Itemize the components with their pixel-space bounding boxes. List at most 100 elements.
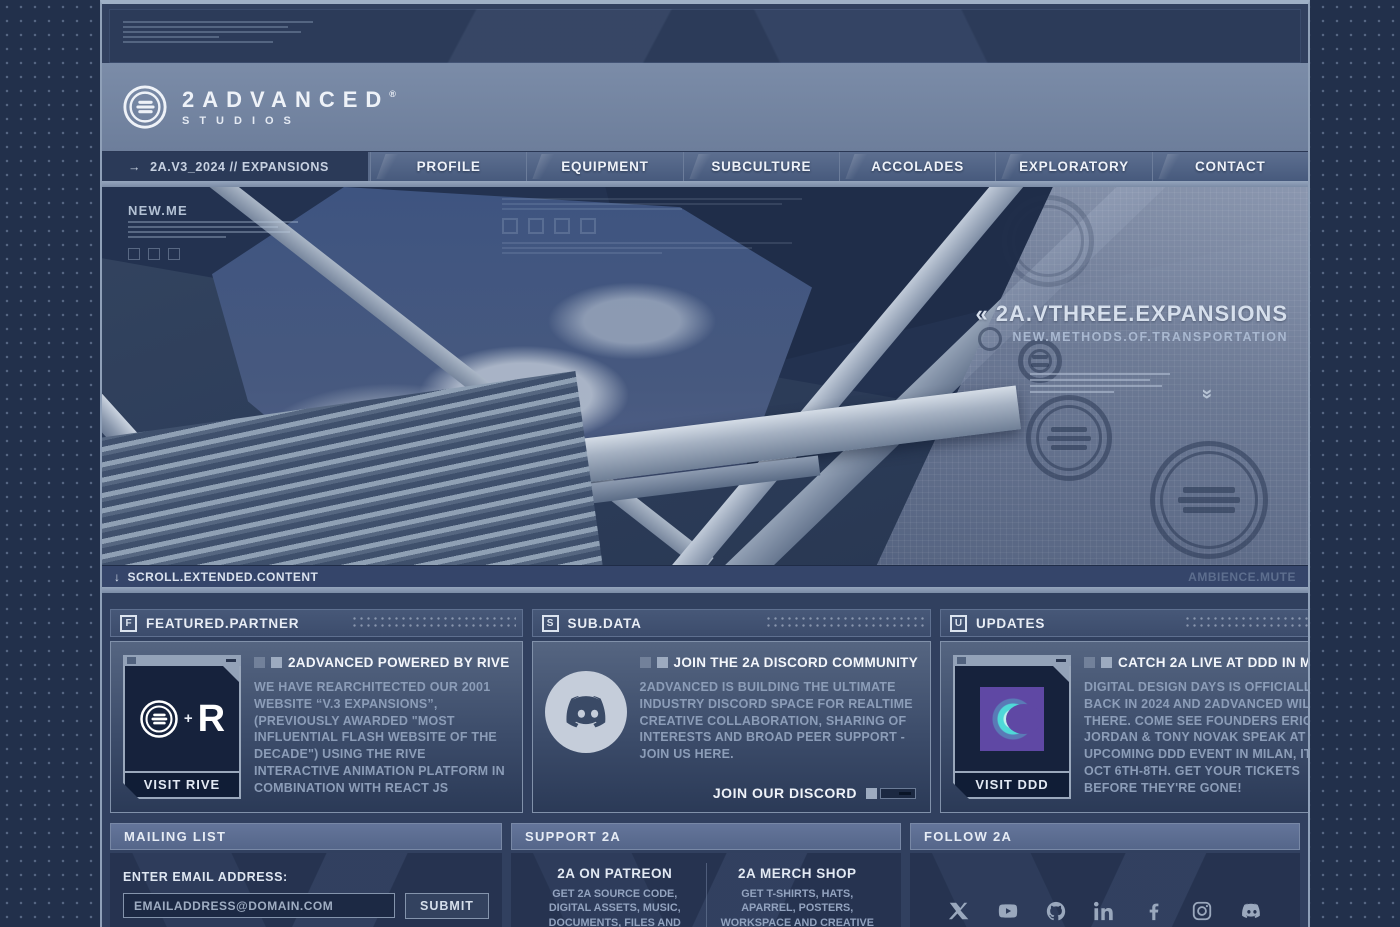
rive-logo: R: [198, 700, 225, 738]
banner-ticker-lines: [123, 18, 313, 46]
scroll-extended-content-button[interactable]: ↓ SCROLL.EXTENDED.CONTENT: [114, 570, 318, 584]
merch-description: GET T-SHIRTS, HATS, APARREL, POSTERS, WO…: [715, 887, 881, 927]
nav-item-equipment[interactable]: EQUIPMENT: [526, 152, 682, 181]
scroll-band: ↓ SCROLL.EXTENDED.CONTENT AMBIENCE.MUTE: [102, 565, 1308, 587]
subdata-text-column: JOIN THE 2A DISCORD COMMUNITY 2ADVANCED …: [640, 655, 918, 799]
panel-subdata-body: JOIN THE 2A DISCORD COMMUNITY 2ADVANCED …: [532, 641, 931, 813]
panel-subdata: S SUB.DATA JOIN THE 2A DISCORD COMMUNITY: [532, 609, 931, 813]
panel-subdata-header: S SUB.DATA: [532, 609, 931, 637]
nav-item-subculture[interactable]: SUBCULTURE: [683, 152, 839, 181]
patreon-title: 2A ON PATREON: [532, 866, 698, 881]
nav-item-label: PROFILE: [417, 159, 481, 174]
follow-body: [910, 853, 1300, 927]
nav-current-section[interactable]: → 2A.V3_2024 // EXPANSIONS: [102, 152, 370, 181]
main-site-frame: 2ADVANCED® STUDIOS → 2A.V3_2024 // EXPAN…: [100, 0, 1310, 927]
nav-item-exploratory[interactable]: EXPLORATORY: [995, 152, 1151, 181]
panel-header-title: FEATURED.PARTNER: [146, 616, 299, 631]
discord-icon[interactable]: [1239, 899, 1263, 923]
header-dot-pattern: [765, 615, 924, 631]
merch-title: 2A MERCH SHOP: [715, 866, 881, 881]
top-banner: [109, 9, 1301, 63]
updates-text-column: CATCH 2A LIVE AT DDD IN MILAN DIGITAL DE…: [1084, 655, 1310, 799]
rive-card-stage: + R: [123, 666, 241, 773]
divider-strip: [102, 587, 1308, 593]
content-panels: F FEATURED.PARTNER: [102, 609, 1308, 813]
email-field[interactable]: [123, 893, 395, 918]
ddd-artwork: [980, 687, 1044, 751]
hero-headline: « 2A.VTHREE.EXPANSIONS: [975, 301, 1288, 327]
hud-label: NEW.ME: [128, 203, 298, 218]
discord-meter: [866, 788, 916, 799]
discord-icon[interactable]: [545, 671, 627, 753]
2a-emblem-ghost: [1002, 195, 1094, 287]
support-section: SUPPORT 2A 2A ON PATREON GET 2A SOURCE C…: [511, 823, 901, 927]
wordmark[interactable]: 2ADVANCED® STUDIOS: [182, 87, 396, 127]
panel-featured-body: + R VISIT RIVE 2ADVANCED POWERED BY RIVE…: [110, 641, 523, 813]
nav-item-label: SUBCULTURE: [711, 159, 811, 174]
chevron-down-icon: »: [1196, 389, 1218, 400]
scroll-label: SCROLL.EXTENDED.CONTENT: [128, 570, 319, 584]
card-corner-notch: [1053, 666, 1069, 682]
ambience-mute-button[interactable]: AMBIENCE.MUTE: [1188, 570, 1296, 584]
x-icon[interactable]: [947, 899, 971, 923]
youtube-icon[interactable]: [996, 899, 1020, 923]
visit-ddd-button[interactable]: VISIT DDD: [953, 773, 1071, 799]
hud-lines: [128, 221, 298, 238]
card-corner-notch: [223, 666, 239, 682]
hero-headline-block: « 2A.VTHREE.EXPANSIONS NEW.METHODS.OF.TR…: [975, 301, 1288, 344]
nav-item-profile[interactable]: PROFILE: [370, 152, 526, 181]
mailing-list-section: MAILING LIST ENTER EMAIL ADDRESS: SUBMIT: [110, 823, 502, 927]
github-icon[interactable]: [1044, 899, 1068, 923]
join-discord-cta[interactable]: JOIN OUR DISCORD: [713, 785, 916, 801]
header-dot-pattern: [351, 615, 515, 631]
hero-image: NEW.ME « 2A.VTHREE.EXPANSIONS NEW.METHOD…: [102, 187, 1308, 565]
panel-featured-header: F FEATURED.PARTNER: [110, 609, 523, 637]
panel-featured-partner: F FEATURED.PARTNER: [110, 609, 523, 813]
hero-subheadline: NEW.METHODS.OF.TRANSPORTATION: [975, 330, 1288, 344]
nav-item-label: CONTACT: [1195, 159, 1266, 174]
arrow-right-icon: →: [128, 160, 141, 174]
plus-sign: +: [184, 710, 193, 727]
instagram-icon[interactable]: [1190, 899, 1214, 923]
patreon-description: GET 2A SOURCE CODE, DIGITAL ASSETS, MUSI…: [532, 887, 698, 927]
panel-header-title: UPDATES: [976, 616, 1045, 631]
2advanced-logo-icon: [139, 699, 179, 739]
panel-tag-icon: U: [950, 615, 967, 632]
visit-ddd-card[interactable]: VISIT DDD: [953, 655, 1071, 799]
visit-rive-button[interactable]: VISIT RIVE: [123, 773, 241, 799]
2a-emblem-large: [1150, 441, 1268, 559]
subdata-title: JOIN THE 2A DISCORD COMMUNITY: [674, 655, 918, 670]
submit-button[interactable]: SUBMIT: [405, 893, 489, 919]
hero-hud-overlay: NEW.ME: [128, 203, 298, 260]
title-square-icon: [640, 657, 651, 668]
support-body: 2A ON PATREON GET 2A SOURCE CODE, DIGITA…: [511, 853, 901, 927]
masthead: 2ADVANCED® STUDIOS: [102, 63, 1308, 151]
support-header: SUPPORT 2A: [511, 823, 901, 850]
brand-subtitle: STUDIOS: [182, 115, 396, 127]
hero-data-rows: [1030, 369, 1180, 397]
mailing-list-header: MAILING LIST: [110, 823, 502, 850]
nav-current-label: 2A.V3_2024 // EXPANSIONS: [150, 160, 329, 174]
nav-item-contact[interactable]: CONTACT: [1152, 152, 1308, 181]
2advanced-logo-icon[interactable]: [122, 84, 168, 130]
featured-text-column: 2ADVANCED POWERED BY RIVE WE HAVE REARCH…: [254, 655, 510, 799]
title-square-icon: [657, 657, 668, 668]
visit-rive-card[interactable]: + R VISIT RIVE: [123, 655, 241, 799]
nav-item-label: ACCOLADES: [871, 159, 964, 174]
panel-tag-icon: S: [542, 615, 559, 632]
linkedin-icon[interactable]: [1093, 899, 1117, 923]
featured-title: 2ADVANCED POWERED BY RIVE: [288, 655, 510, 670]
nav-item-label: EXPLORATORY: [1019, 159, 1129, 174]
title-square-icon: [1084, 657, 1095, 668]
card-window-chrome: [123, 655, 241, 666]
facebook-icon[interactable]: [1142, 899, 1166, 923]
hud-glyphs: [128, 248, 298, 260]
footer-sections: MAILING LIST ENTER EMAIL ADDRESS: SUBMIT…: [102, 823, 1308, 927]
panel-updates-header: U UPDATES: [940, 609, 1310, 637]
panel-updates: U UPDATES VISIT DDD CATC: [940, 609, 1310, 813]
email-label: ENTER EMAIL ADDRESS:: [123, 870, 489, 884]
follow-section: FOLLOW 2A: [910, 823, 1300, 927]
title-square-icon: [1101, 657, 1112, 668]
main-nav: → 2A.V3_2024 // EXPANSIONS PROFILE EQUIP…: [102, 151, 1308, 181]
nav-item-accolades[interactable]: ACCOLADES: [839, 152, 995, 181]
